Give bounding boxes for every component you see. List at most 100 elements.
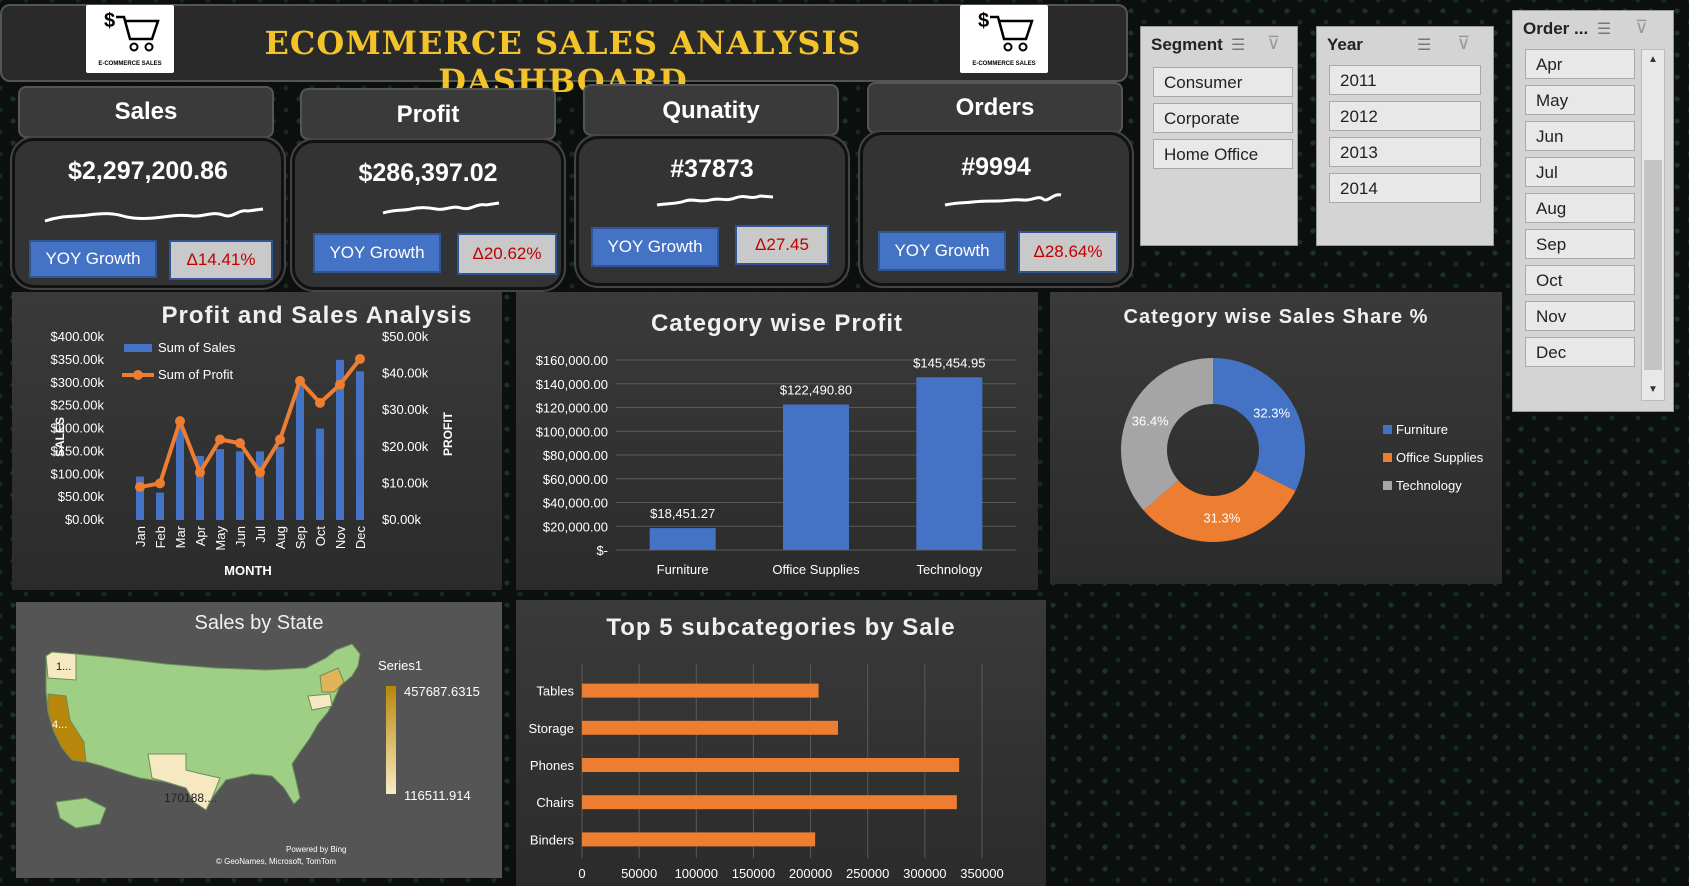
slice-data-label: 32.3% bbox=[1253, 406, 1290, 421]
slicer-item-2013[interactable]: 2013 bbox=[1329, 137, 1481, 167]
orders-yoy-delta: Δ28.64% bbox=[1018, 231, 1118, 273]
y-tick-label: Chairs bbox=[536, 795, 574, 810]
slicer-item-jul[interactable]: Jul bbox=[1525, 157, 1635, 187]
sales-yoy-button[interactable]: YOY Growth bbox=[29, 240, 157, 278]
legend-swatch-sales bbox=[124, 344, 152, 352]
subcategory-bar bbox=[582, 795, 957, 810]
x-tick-label: 50000 bbox=[621, 866, 657, 881]
y-tick-label: Phones bbox=[530, 758, 575, 773]
logo-left: $ E-COMMERCE SALES bbox=[86, 5, 174, 73]
scroll-up-icon[interactable]: ▲ bbox=[1642, 50, 1664, 70]
slicer-item-oct[interactable]: Oct bbox=[1525, 265, 1635, 295]
kpi-quantity-value: #37873 bbox=[670, 155, 754, 183]
sales-bar bbox=[236, 451, 244, 520]
legend-swatch bbox=[1383, 453, 1392, 462]
y-axis-label: SALES bbox=[53, 417, 67, 457]
category-profit-chart: $- $20,000.00 $40,000.00 $60,000.00 $80,000.… bbox=[536, 353, 1016, 577]
slicer-item-aug[interactable]: Aug bbox=[1525, 193, 1635, 223]
slicer-item-may[interactable]: May bbox=[1525, 85, 1635, 115]
y-tick-label: $120,000.00 bbox=[536, 401, 608, 416]
svg-text:$: $ bbox=[104, 10, 115, 32]
slicer-item-jun[interactable]: Jun bbox=[1525, 121, 1635, 151]
top5-panel: Top 5 subcategories by Sale 0 50000 100000… bbox=[516, 600, 1046, 886]
sales-bar bbox=[276, 446, 284, 520]
scroll-thumb[interactable] bbox=[1644, 160, 1662, 370]
subcategory-bar bbox=[582, 683, 819, 698]
cart-icon: $ bbox=[104, 10, 160, 52]
subcategory-bar bbox=[582, 758, 960, 772]
profit-point bbox=[295, 375, 305, 386]
x-tick-label: Dec bbox=[353, 526, 368, 550]
y-tick-label: $100.00k bbox=[51, 466, 105, 481]
y2-tick-label: $10.00k bbox=[382, 475, 429, 490]
profit-yoy-button[interactable]: YOY Growth bbox=[313, 233, 441, 273]
scrollbar[interactable]: ▲ ▼ bbox=[1641, 49, 1665, 401]
legend-sales: Sum of Sales bbox=[158, 340, 236, 355]
sales-bar bbox=[176, 426, 184, 520]
sales-bar bbox=[216, 449, 224, 520]
x-tick-label: Office Supplies bbox=[772, 562, 860, 577]
logo-caption: E-COMMERCE SALES bbox=[972, 61, 1036, 67]
orders-sparkline bbox=[944, 193, 1062, 207]
map-legend-title: Series1 bbox=[378, 658, 422, 673]
slicer-item-home-office[interactable]: Home Office bbox=[1153, 139, 1293, 169]
profit-sales-panel: Profit and Sales Analysis $0.00k $50.00k $… bbox=[12, 292, 502, 590]
us-map[interactable]: 1... 4... 170188.... Series1 457687.6315… bbox=[16, 602, 502, 878]
slicer-item-2012[interactable]: 2012 bbox=[1329, 101, 1481, 131]
x-tick-label: 200000 bbox=[789, 866, 832, 881]
kpi-quantity-label: Qunatity bbox=[583, 84, 839, 136]
slicer-item-consumer[interactable]: Consumer bbox=[1153, 67, 1293, 97]
x-axis-label: MONTH bbox=[224, 563, 272, 578]
x-tick-label: 350000 bbox=[960, 866, 1003, 881]
svg-text:$: $ bbox=[978, 10, 989, 32]
cart-icon: $ bbox=[978, 10, 1034, 52]
kpi-profit-value: $286,397.02 bbox=[358, 159, 498, 187]
multi-select-icon[interactable]: ☰ bbox=[1597, 19, 1611, 39]
top5-chart: 0 50000 100000 150000 200000 250000 300000 3500… bbox=[528, 664, 1004, 881]
slicer-item-2011[interactable]: 2011 bbox=[1329, 65, 1481, 95]
map-credit-geo: © GeoNames, Microsoft, TomTom bbox=[216, 857, 336, 866]
order-month-slicer: Order ... ☰ ⊽ Apr May Jun Jul Aug Sep Oct Nov De… bbox=[1512, 10, 1674, 412]
multi-select-icon[interactable]: ☰ bbox=[1417, 35, 1431, 55]
x-tick-label: Jul bbox=[253, 526, 268, 543]
multi-select-icon[interactable]: ☰ bbox=[1231, 35, 1245, 55]
y2-axis-label: PROFIT bbox=[441, 411, 455, 456]
kpi-orders-value: #9994 bbox=[961, 153, 1031, 181]
bar-data-label: $145,454.95 bbox=[913, 355, 985, 370]
kpi-profit-card: $286,397.02 YOY Growth Δ20.62% bbox=[292, 140, 564, 290]
kpi-sales-card: $2,297,200.86 YOY Growth Δ14.41% bbox=[12, 138, 284, 288]
y2-tick-label: $40.00k bbox=[382, 366, 429, 381]
profit-point bbox=[315, 397, 325, 408]
scroll-down-icon[interactable]: ▼ bbox=[1642, 380, 1664, 400]
category-share-panel: Category wise Sales Share % 32.3% 31.3% 36… bbox=[1050, 292, 1502, 584]
clear-filter-icon[interactable]: ⊽ bbox=[1267, 33, 1280, 54]
donut-slice bbox=[1121, 358, 1213, 511]
slicer-item-2014[interactable]: 2014 bbox=[1329, 173, 1481, 203]
legend-swatch bbox=[1383, 481, 1392, 490]
order-slicer-title: Order ... bbox=[1523, 19, 1589, 38]
y2-tick-label: $30.00k bbox=[382, 402, 429, 417]
legend-profit: Sum of Profit bbox=[158, 367, 234, 382]
slicer-item-corporate[interactable]: Corporate bbox=[1153, 103, 1293, 133]
kpi-quantity-card: #37873 YOY Growth Δ27.45 bbox=[576, 136, 848, 286]
map-legend-max: 457687.6315 bbox=[404, 684, 480, 699]
clear-filter-icon[interactable]: ⊽ bbox=[1457, 33, 1470, 54]
slice-data-label: 36.4% bbox=[1132, 413, 1169, 428]
y-tick-label: Binders bbox=[530, 832, 575, 847]
clear-filter-icon[interactable]: ⊽ bbox=[1635, 17, 1648, 38]
subcategory-bar bbox=[582, 720, 838, 735]
profit-point bbox=[195, 467, 205, 478]
x-tick-label: 100000 bbox=[675, 866, 718, 881]
x-tick-label: Technology bbox=[916, 562, 982, 577]
quantity-yoy-button[interactable]: YOY Growth bbox=[591, 227, 719, 267]
slicer-item-apr[interactable]: Apr bbox=[1525, 49, 1635, 79]
sales-yoy-delta: Δ14.41% bbox=[169, 240, 273, 280]
subcategory-bar bbox=[582, 832, 816, 847]
slicer-item-nov[interactable]: Nov bbox=[1525, 301, 1635, 331]
slicer-item-dec[interactable]: Dec bbox=[1525, 337, 1635, 367]
slicer-item-sep[interactable]: Sep bbox=[1525, 229, 1635, 259]
logo-caption: E-COMMERCE SALES bbox=[98, 61, 162, 67]
slice-data-label: 31.3% bbox=[1203, 510, 1240, 525]
map-label-wa: 1... bbox=[56, 661, 71, 673]
orders-yoy-button[interactable]: YOY Growth bbox=[878, 231, 1006, 271]
